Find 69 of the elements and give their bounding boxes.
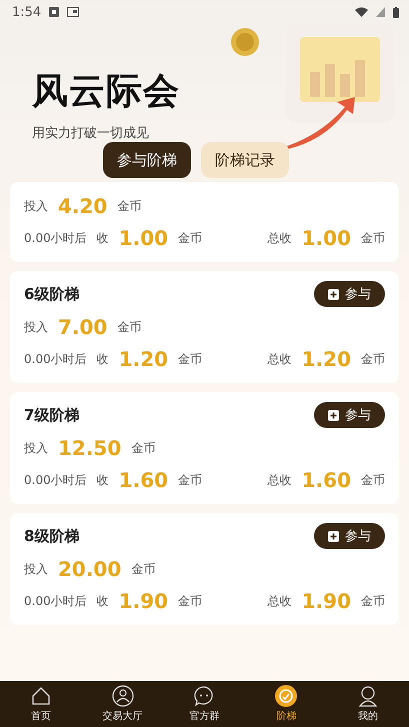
coin-unit: 金币: [131, 560, 156, 578]
total-label: 总收: [268, 472, 292, 488]
receive-label: 收: [96, 230, 109, 246]
coin-unit: 金币: [361, 350, 385, 368]
total-amount: 1.90: [302, 589, 351, 613]
receive-label: 收: [96, 350, 109, 368]
hero-title: 风云际会: [32, 69, 180, 114]
plus-icon: [328, 530, 339, 542]
delay-label: 0.00小时后: [24, 230, 87, 246]
signal-icon: [376, 7, 385, 17]
join-button[interactable]: 参与: [314, 402, 385, 428]
total-label: 总收: [268, 592, 292, 610]
ladder-title: 8级阶梯: [24, 526, 80, 546]
plus-icon: [328, 288, 339, 300]
home-icon: [30, 685, 52, 707]
delay-label: 0.00小时后: [24, 350, 87, 368]
ladder-title: 6级阶梯: [24, 284, 80, 304]
delay-label: 0.00小时后: [24, 472, 87, 488]
coin-unit: 金币: [131, 440, 156, 456]
coin-unit: 金币: [178, 350, 202, 368]
invest-amount: 7.00: [58, 315, 108, 339]
coin-unit: 金币: [361, 472, 385, 488]
invest-amount: 12.50: [58, 436, 122, 460]
notification-icon: [67, 7, 80, 17]
coin-unit: 金币: [117, 198, 142, 214]
nav-item[interactable]: 阶梯: [245, 681, 328, 727]
invest-label: 投入: [24, 318, 48, 336]
invest-label: 投入: [24, 560, 48, 578]
receive-label: 收: [96, 592, 109, 610]
coin-unit: 金币: [117, 318, 142, 336]
wifi-icon: [355, 7, 368, 17]
coin-unit: 金币: [178, 472, 202, 488]
check-circle-icon: [275, 685, 298, 707]
total-label: 总收: [268, 230, 292, 246]
receive-amount: 1.60: [118, 468, 168, 492]
total-label: 总收: [268, 350, 292, 368]
total-amount: 1.00: [302, 226, 351, 250]
nav-item[interactable]: 官方群: [164, 681, 246, 727]
status-time: 1:54: [12, 4, 42, 20]
plus-icon: [328, 410, 339, 420]
join-button[interactable]: 参与: [314, 281, 385, 307]
invest-amount: 4.20: [58, 194, 108, 218]
notification-icon: [49, 7, 60, 17]
people-icon: [112, 685, 134, 707]
delay-label: 0.00小时后: [24, 592, 87, 610]
tab[interactable]: 阶梯记录: [201, 142, 289, 178]
ladder-title: 7级阶梯: [24, 406, 80, 424]
receive-amount: 1.90: [118, 589, 168, 613]
battery-icon: [393, 6, 399, 18]
coin-unit: 金币: [361, 230, 385, 246]
join-button[interactable]: 参与: [314, 523, 385, 549]
nav-item[interactable]: 我的: [327, 681, 409, 727]
hero-subtitle: 用实力打破一切成见: [32, 125, 150, 142]
tab[interactable]: 参与阶梯: [103, 142, 191, 178]
total-amount: 1.20: [302, 347, 351, 371]
total-amount: 1.60: [302, 468, 351, 492]
invest-label: 投入: [24, 198, 48, 214]
receive-amount: 1.00: [118, 226, 168, 250]
receive-amount: 1.20: [118, 347, 168, 371]
invest-amount: 20.00: [58, 557, 122, 581]
coin-unit: 金币: [178, 592, 202, 610]
receive-label: 收: [96, 472, 109, 488]
nav-item[interactable]: 交易大厅: [82, 681, 164, 727]
user-icon: [357, 685, 380, 707]
coin-unit: 金币: [178, 230, 202, 246]
chat-icon: [193, 685, 216, 707]
invest-label: 投入: [24, 440, 48, 456]
coin-unit: 金币: [361, 592, 385, 610]
nav-item[interactable]: 首页: [0, 681, 82, 727]
